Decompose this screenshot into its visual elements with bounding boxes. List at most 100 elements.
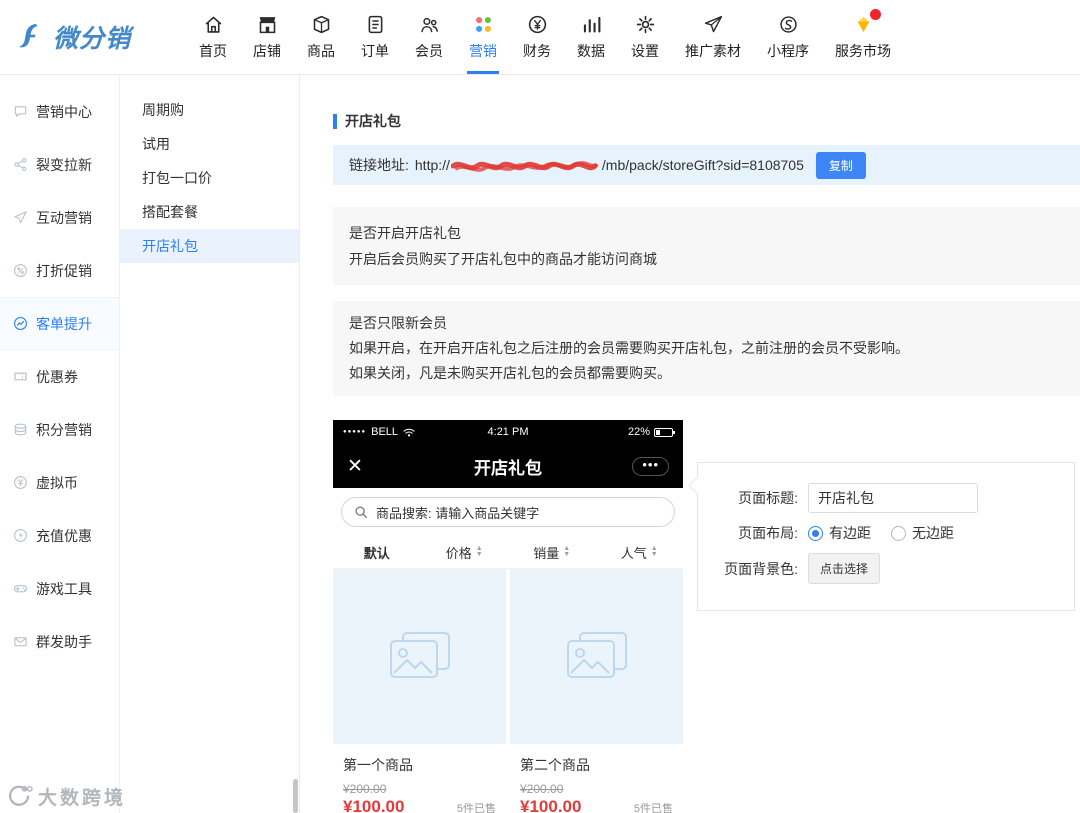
sidebar-item-label: 虚拟币	[36, 474, 78, 491]
submenu-item-bundle-price[interactable]: 打包一口价	[120, 161, 299, 195]
section-line: 如果关闭，凡是未购买开店礼包的会员都需要购买。	[349, 365, 671, 381]
sort-arrows-icon: ▲ ▼	[475, 545, 483, 558]
paper-plane-icon	[703, 13, 724, 35]
topnav-item-finance[interactable]: 财务	[510, 0, 564, 74]
more-menu-icon[interactable]: •••	[632, 456, 669, 476]
sidebar-item-interactive-marketing[interactable]: 互动营销	[0, 191, 119, 244]
product-grid: 第一个商品 ¥200.00 ¥100.00 5件已售 第二个商品 ¥200.00…	[333, 569, 683, 813]
phone-page-title: 开店礼包	[474, 458, 542, 478]
redacted-url-scribble	[450, 157, 601, 173]
page-settings-panel: 页面标题: 页面布局: 有边距 无边距	[697, 462, 1075, 611]
tab-default[interactable]: 默认	[333, 543, 421, 562]
sidebar-item-game-tools[interactable]: 游戏工具	[0, 562, 119, 615]
page-title-input[interactable]	[808, 483, 978, 513]
brand-logo: 微分销	[0, 19, 186, 55]
section-new-members-only: 是否只限新会员 如果开启，在开启开店礼包之后注册的会员需要购买开店礼包，之前注册…	[333, 301, 1080, 396]
topnav-item-settings[interactable]: 设置	[618, 0, 672, 74]
page-title-label: 页面标题:	[738, 490, 798, 506]
topnav-item-orders[interactable]: 订单	[348, 0, 402, 74]
sidebar-item-order-value-boost[interactable]: 客单提升	[0, 297, 119, 350]
copy-link-button[interactable]: 复制	[815, 151, 866, 179]
finance-icon	[527, 13, 548, 35]
section-line: 如果开启，在开启开店礼包之后注册的会员需要购买开店礼包，之前注册的会员不受影响。	[349, 340, 909, 356]
tab-price[interactable]: 价格 ▲ ▼	[421, 543, 509, 562]
sidebar-item-points-marketing[interactable]: 积分营销	[0, 403, 119, 456]
topnav-label: 财务	[523, 43, 551, 59]
tab-sales[interactable]: 销量 ▲ ▼	[508, 543, 596, 562]
sidebar-item-label: 客单提升	[36, 315, 92, 332]
tab-label: 销量	[533, 545, 560, 561]
product-name: 第二个商品	[520, 757, 590, 773]
goods-icon	[311, 13, 332, 35]
top-navigation: 首页 店铺 商品 订单 会员 营销 财务 数据 设置 推广素材 小程序 服务市场	[186, 0, 904, 74]
section-line: 开启后会员购买了开店礼包中的商品才能访问商城	[349, 251, 657, 267]
submenu-label: 搭配套餐	[142, 204, 198, 220]
sidebar-item-label: 群发助手	[36, 633, 92, 650]
topnav-item-goods[interactable]: 商品	[294, 0, 348, 74]
preview-row: ●●●●● BELL 4:21 PM 22% ✕ 开店礼包 ••• 商品搜索: …	[333, 420, 1080, 813]
envelope-icon	[13, 634, 28, 649]
topnav-label: 会员	[415, 43, 443, 59]
bg-color-select-button[interactable]: 点击选择	[808, 553, 881, 584]
main-layout: 营销中心 裂变拉新 互动营销 打折促销 客单提升 优惠券 积分营销 虚拟币 充值…	[0, 75, 1080, 813]
topnav-item-members[interactable]: 会员	[402, 0, 456, 74]
radio-selected-icon	[808, 525, 823, 541]
image-placeholder-icon	[566, 631, 627, 678]
product-sold-count: 5件已售	[633, 803, 673, 813]
search-icon	[355, 506, 367, 518]
product-search-input[interactable]: 商品搜索: 请输入商品关键字	[341, 497, 675, 527]
topnav-label: 设置	[631, 43, 659, 59]
topnav-item-service-market[interactable]: 服务市场	[822, 0, 904, 74]
brand-name: 微分销	[53, 25, 132, 53]
layout-radio-padded[interactable]: 有边距	[808, 523, 871, 543]
tab-popularity[interactable]: 人气 ▲ ▼	[596, 543, 684, 562]
page-title: 开店礼包	[345, 113, 401, 129]
submenu-label: 试用	[142, 136, 170, 152]
topnav-label: 数据	[577, 43, 605, 59]
sidebar-item-discount-promo[interactable]: 打折促销	[0, 244, 119, 297]
share-nodes-icon	[13, 157, 28, 172]
topnav-label: 商品	[307, 43, 335, 59]
layout-radio-no-padding[interactable]: 无边距	[891, 523, 954, 543]
page-title-row: 开店礼包	[333, 111, 1080, 131]
submenu-item-store-gift-pack[interactable]: 开店礼包	[120, 229, 299, 263]
link-url-suffix: /mb/pack/storeGift?sid=8108705	[601, 157, 804, 173]
topnav-item-data[interactable]: 数据	[564, 0, 618, 74]
product-card: 第二个商品 ¥200.00 ¥100.00 5件已售	[510, 744, 683, 813]
sidebar-item-coupons[interactable]: 优惠券	[0, 350, 119, 403]
sidebar-item-virtual-currency[interactable]: 虚拟币	[0, 456, 119, 509]
topnav-item-miniprogram[interactable]: 小程序	[754, 0, 822, 74]
wifi-icon	[403, 428, 415, 436]
sidebar-item-mass-messaging[interactable]: 群发助手	[0, 615, 119, 668]
topnav-item-marketing[interactable]: 营销	[456, 0, 510, 74]
topnav-item-shop[interactable]: 店铺	[240, 0, 294, 74]
submenu-label: 周期购	[142, 102, 184, 118]
order-icon	[365, 13, 386, 35]
submenu-item-trial[interactable]: 试用	[120, 127, 299, 161]
home-icon	[203, 13, 224, 35]
sort-arrows-icon: ▲ ▼	[650, 545, 658, 558]
topnav-label: 推广素材	[685, 43, 741, 59]
topnav-item-home[interactable]: 首页	[186, 0, 240, 74]
topnav-item-promo-materials[interactable]: 推广素材	[672, 0, 754, 74]
section-title: 是否只限新会员	[349, 315, 447, 331]
submenu-item-period-buy[interactable]: 周期购	[120, 93, 299, 127]
trend-up-icon	[13, 316, 28, 331]
product-old-price: ¥200.00	[520, 782, 564, 796]
sidebar-item-fission-growth[interactable]: 裂变拉新	[0, 138, 119, 191]
scrollbar-thumb[interactable]	[293, 779, 298, 813]
sidebar-item-label: 充值优惠	[36, 527, 92, 544]
gem-icon	[853, 9, 881, 35]
gamepad-icon	[13, 581, 28, 596]
submenu-item-combo-package[interactable]: 搭配套餐	[120, 195, 299, 229]
close-icon[interactable]: ✕	[347, 455, 363, 478]
section-title: 是否开启开店礼包	[349, 225, 461, 241]
page-layout-label: 页面布局:	[738, 525, 798, 541]
brand-logo-icon	[18, 23, 38, 48]
link-label: 链接地址:	[349, 157, 409, 173]
sidebar-item-marketing-center[interactable]: 营销中心	[0, 85, 119, 138]
primary-sidebar: 营销中心 裂变拉新 互动营销 打折促销 客单提升 优惠券 积分营销 虚拟币 充值…	[0, 75, 120, 813]
gear-icon	[635, 13, 656, 35]
sidebar-item-recharge-deals[interactable]: 充值优惠	[0, 509, 119, 562]
product-name: 第一个商品	[343, 757, 413, 773]
